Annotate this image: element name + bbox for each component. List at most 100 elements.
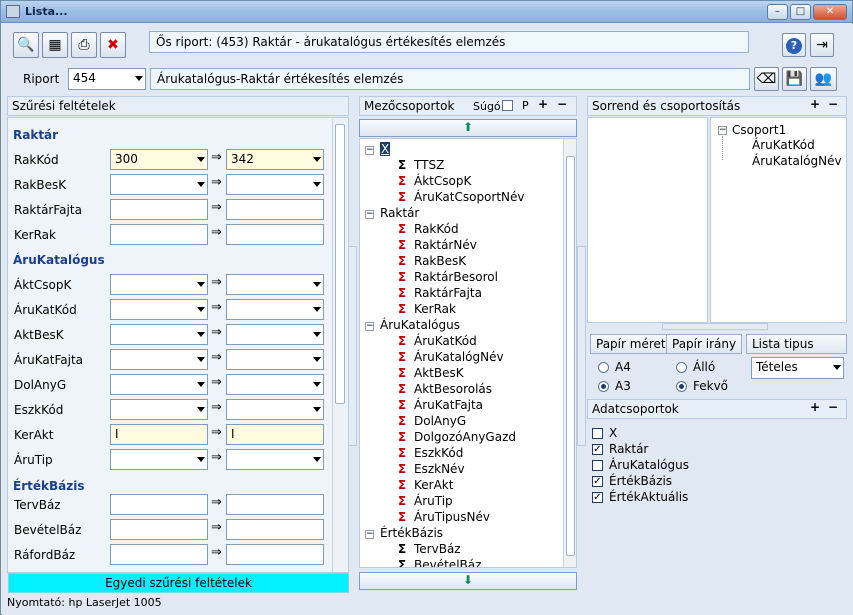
report-name-field[interactable]: Árukatalógus-Raktár értékesítés elemzés xyxy=(150,68,750,90)
field-item[interactable]: Σ TTSZ xyxy=(398,158,444,172)
field-item[interactable]: Σ RakBesK xyxy=(398,254,466,268)
field-item[interactable]: Σ ÁktCsopK xyxy=(398,174,471,188)
filter-from-input[interactable] xyxy=(110,349,208,370)
filter-from-input[interactable] xyxy=(110,494,208,515)
datagroup-checkbox[interactable]: ✓ xyxy=(592,444,603,455)
order-list[interactable] xyxy=(587,117,708,323)
preview-button[interactable]: 🔍 xyxy=(13,32,39,58)
field-item[interactable]: Σ ÁruTip xyxy=(398,494,453,508)
group-node[interactable]: Csoport1 xyxy=(732,123,786,137)
field-group[interactable]: ÉrtékBázis xyxy=(380,526,443,540)
horizontal-splitter[interactable] xyxy=(662,323,768,330)
filter-to-input[interactable] xyxy=(226,299,324,320)
radio-a3[interactable] xyxy=(598,381,609,392)
field-item[interactable]: Σ DolAnyG xyxy=(398,414,466,428)
field-item[interactable]: Σ KerRak xyxy=(398,302,456,316)
help-checkbox[interactable] xyxy=(502,100,513,111)
filter-to-input[interactable]: 342 xyxy=(226,149,324,170)
field-item[interactable]: Σ DolgozóAnyGazd xyxy=(398,430,516,444)
filter-to-input[interactable]: I xyxy=(226,424,324,445)
field-item[interactable]: Σ ÁruKatCsoportNév xyxy=(398,190,525,204)
filter-from-input[interactable] xyxy=(110,324,208,345)
field-item[interactable]: Σ ÁruKatalógNév xyxy=(398,350,504,364)
filter-from-input[interactable] xyxy=(110,174,208,195)
field-item[interactable]: Σ AktBesK xyxy=(398,366,464,380)
minimize-button[interactable]: – xyxy=(767,4,788,20)
filter-from-input[interactable] xyxy=(110,519,208,540)
maximize-button[interactable]: □ xyxy=(790,4,811,20)
expand-all-icon[interactable]: + xyxy=(538,97,548,111)
list-type-select[interactable]: Tételes xyxy=(751,357,844,379)
filter-from-input[interactable] xyxy=(110,399,208,420)
filter-to-input[interactable] xyxy=(226,519,324,540)
filter-to-input[interactable] xyxy=(226,449,324,470)
save-button[interactable]: 💾 xyxy=(782,67,807,91)
collapse-icon[interactable]: − xyxy=(718,126,727,135)
collapse-icon[interactable]: − xyxy=(365,146,374,155)
collapse-icon[interactable]: − xyxy=(365,210,374,219)
users-button[interactable]: 👥 xyxy=(810,67,837,91)
filters-scrollbar[interactable] xyxy=(332,119,347,572)
field-item[interactable]: Σ BevételBáz xyxy=(398,558,481,567)
field-item[interactable]: Σ EszkKód xyxy=(398,446,463,460)
filter-from-input[interactable] xyxy=(110,274,208,295)
filter-from-input[interactable] xyxy=(110,544,208,565)
list-type-button[interactable]: Lista tipus xyxy=(746,334,847,354)
collapse-icon[interactable]: − xyxy=(365,322,374,331)
field-item[interactable]: Σ RakKód xyxy=(398,222,459,236)
field-group[interactable]: X xyxy=(380,142,391,156)
field-item[interactable]: Σ KerAkt xyxy=(398,478,453,492)
fields-scrollbar[interactable] xyxy=(563,139,576,567)
remove-icon[interactable]: − xyxy=(828,97,838,111)
field-group[interactable]: ÁruKatalógus xyxy=(380,318,460,332)
field-item[interactable]: Σ RaktárNév xyxy=(398,238,477,252)
calculator-button[interactable]: ▦ xyxy=(42,32,68,58)
field-group[interactable]: Raktár xyxy=(380,206,419,220)
field-item[interactable]: Σ TervBáz xyxy=(398,542,461,556)
remove-icon[interactable]: − xyxy=(828,400,838,414)
collapse-icon[interactable]: − xyxy=(365,530,374,539)
filters-scroll-thumb[interactable] xyxy=(335,124,345,404)
cancel-print-button[interactable]: ✖ xyxy=(100,32,126,58)
field-item[interactable]: Σ ÁruKatKód xyxy=(398,334,477,348)
filter-from-input[interactable] xyxy=(110,449,208,470)
datagroup-checkbox[interactable] xyxy=(592,460,603,471)
filter-from-input[interactable] xyxy=(110,374,208,395)
filter-to-input[interactable] xyxy=(226,324,324,345)
filter-to-input[interactable] xyxy=(226,399,324,420)
radio-a4[interactable] xyxy=(598,362,609,373)
add-icon[interactable]: + xyxy=(810,400,820,414)
filter-from-input[interactable]: I xyxy=(110,424,208,445)
radio-fekvo[interactable] xyxy=(676,381,687,392)
field-item[interactable]: Σ EszkNév xyxy=(398,462,465,476)
close-button[interactable]: ✕ xyxy=(813,4,847,20)
add-icon[interactable]: + xyxy=(810,97,820,111)
datagroup-checkbox[interactable]: ✓ xyxy=(592,476,603,487)
radio-allo[interactable] xyxy=(676,362,687,373)
filter-from-input[interactable] xyxy=(110,199,208,220)
filter-to-input[interactable] xyxy=(226,274,324,295)
filter-to-input[interactable] xyxy=(226,349,324,370)
filter-to-input[interactable] xyxy=(226,224,324,245)
left-splitter[interactable] xyxy=(348,246,357,446)
filter-from-input[interactable]: 300 xyxy=(110,149,208,170)
filter-to-input[interactable] xyxy=(226,174,324,195)
right-splitter[interactable] xyxy=(577,246,586,446)
clear-button[interactable]: ⌫ xyxy=(754,67,779,91)
print-button[interactable]: ⎙ xyxy=(71,32,97,58)
field-item[interactable]: Σ AktBesorolás xyxy=(398,382,492,396)
filter-from-input[interactable] xyxy=(110,224,208,245)
move-up-button[interactable]: ⬆ xyxy=(359,119,577,137)
help-button[interactable]: ? xyxy=(782,33,806,57)
field-item[interactable]: Σ ÁruTipusNév xyxy=(398,510,490,524)
move-down-button[interactable]: ⬇ xyxy=(359,572,577,590)
datagroup-checkbox[interactable] xyxy=(592,428,603,439)
filter-to-input[interactable] xyxy=(226,544,324,565)
datagroup-checkbox[interactable]: ✓ xyxy=(592,492,603,503)
paper-direction-button[interactable]: Papír irány xyxy=(666,334,743,354)
filter-to-input[interactable] xyxy=(226,199,324,220)
custom-filters-button[interactable]: Egyedi szűrési feltételek xyxy=(8,573,349,593)
filter-to-input[interactable] xyxy=(226,374,324,395)
filter-to-input[interactable] xyxy=(226,494,324,515)
group-item[interactable]: ÁruKatalógNév xyxy=(752,154,842,168)
